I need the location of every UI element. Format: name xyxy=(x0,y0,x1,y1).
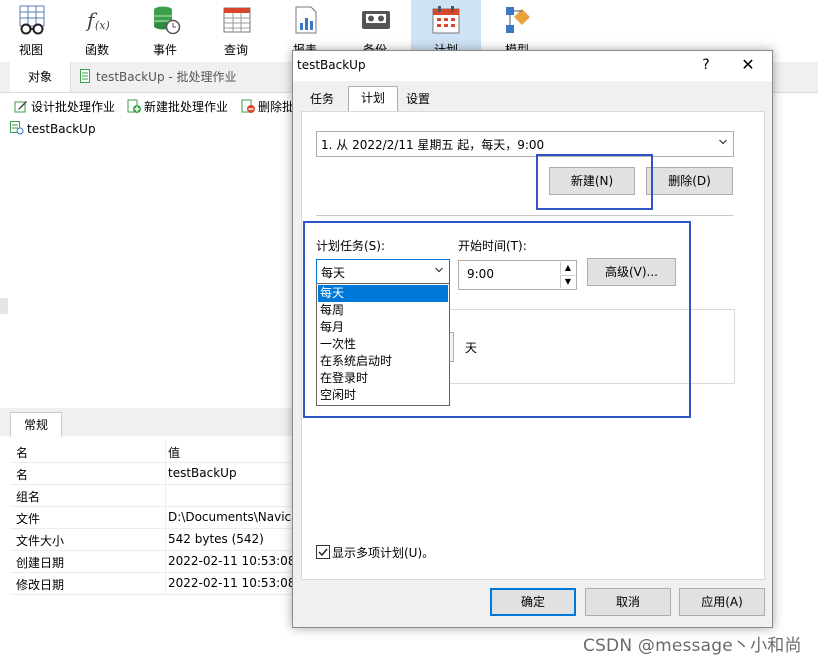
splitter-handle[interactable] xyxy=(0,298,8,314)
batch-job-icon xyxy=(10,121,24,135)
column-header-name: 名 xyxy=(16,446,29,460)
ribbon-view-label: 视图 xyxy=(18,43,43,57)
database-clock-icon xyxy=(154,6,181,35)
add-icon xyxy=(127,99,141,113)
table-row[interactable]: 组名 xyxy=(10,484,300,507)
design-batch-job-label: 设计批处理作业 xyxy=(31,100,116,114)
show-multiple-schedules-checkbox[interactable] xyxy=(316,545,330,559)
glasses-grid-icon xyxy=(19,5,45,35)
svg-text:(x): (x) xyxy=(95,19,110,32)
dialog-titlebar[interactable]: testBackUp ? ✕ xyxy=(293,51,772,81)
list-item[interactable]: testBackUp xyxy=(10,121,96,136)
dropdown-option[interactable]: 每周 xyxy=(318,302,448,319)
tab-objects[interactable]: 对象 xyxy=(10,62,71,92)
table-row[interactable]: 创建日期 2022-02-11 10:53:08 xyxy=(10,550,300,573)
cancel-button[interactable]: 取消 xyxy=(585,588,671,616)
schedule-list-value: 1. 从 2022/2/11 星期五 起，每天，9:00 xyxy=(321,138,545,152)
delete-schedule-button[interactable]: 删除(D) xyxy=(646,167,733,195)
row-value: 2022-02-11 10:53:08 xyxy=(168,576,296,590)
batch-job-icon xyxy=(80,69,90,83)
divider xyxy=(316,215,733,216)
tape-backup-icon xyxy=(362,11,390,29)
delete-batch-job-label: 删除批 xyxy=(258,100,295,114)
row-value: D:\Documents\Navica xyxy=(168,510,299,524)
model-diagram-icon xyxy=(506,7,530,33)
ribbon-query-label: 查询 xyxy=(223,43,248,57)
schedule-list-combo[interactable]: 1. 从 2022/2/11 星期五 起，每天，9:00 xyxy=(316,131,734,157)
task-type-dropdown: 每天 每周 每月 一次性 在系统启动时 在登录时 空闲时 xyxy=(316,283,450,406)
ribbon-event-label: 事件 xyxy=(152,43,177,57)
dropdown-option[interactable]: 在登录时 xyxy=(318,370,448,387)
tab-batch-job-label: testBackUp - 批处理作业 xyxy=(96,70,237,84)
delete-batch-job-button[interactable]: 删除批 xyxy=(241,98,294,116)
row-value: 2022-02-11 10:53:08 xyxy=(168,554,296,568)
calendar-schedule-icon xyxy=(432,6,460,34)
object-list: testBackUp xyxy=(0,118,300,408)
ribbon-query-button[interactable]: 查询 xyxy=(205,0,267,60)
table-header-row: 名 值 xyxy=(10,440,300,463)
dropdown-option[interactable]: 每月 xyxy=(318,319,448,336)
row-key: 文件 xyxy=(16,512,41,526)
tab-task[interactable]: 任务 xyxy=(305,88,339,110)
function-fx-icon: f (x) xyxy=(85,8,110,32)
tab-settings[interactable]: 设置 xyxy=(401,88,435,110)
ribbon-function-label: 函数 xyxy=(84,43,109,57)
report-chart-icon xyxy=(295,6,317,34)
pencil-edit-icon xyxy=(14,101,27,113)
design-batch-job-button[interactable]: 设计批处理作业 xyxy=(14,98,115,116)
row-value: testBackUp xyxy=(168,466,237,480)
ribbon-event-button[interactable]: 事件 xyxy=(134,0,196,60)
apply-button[interactable]: 应用(A) xyxy=(679,588,765,616)
ribbon-function-button[interactable]: f (x) 函数 xyxy=(66,0,128,60)
show-multiple-schedules-label: 显示多项计划(U)。 xyxy=(332,546,435,560)
dropdown-option[interactable]: 一次性 xyxy=(318,336,448,353)
dropdown-option[interactable]: 空闲时 xyxy=(318,387,448,404)
watermark-text: CSDN @message丶小和尚 xyxy=(583,636,802,656)
highlight-box xyxy=(536,154,653,210)
list-item-label: testBackUp xyxy=(27,122,96,136)
dropdown-option[interactable]: 每天 xyxy=(318,285,448,302)
tab-batch-job[interactable]: testBackUp - 批处理作业 xyxy=(80,62,237,92)
tab-general[interactable]: 常规 xyxy=(10,412,62,437)
checkmark-icon xyxy=(318,548,328,557)
new-batch-job-label: 新建批处理作业 xyxy=(144,100,229,114)
ribbon-view-button[interactable]: 视图 xyxy=(0,0,62,60)
row-key: 文件大小 xyxy=(16,534,65,548)
new-batch-job-button[interactable]: 新建批处理作业 xyxy=(127,98,228,116)
row-key: 创建日期 xyxy=(16,556,65,570)
table-row[interactable]: 修改日期 2022-02-11 10:53:08 xyxy=(10,572,300,595)
table-row[interactable]: 文件 D:\Documents\Navica xyxy=(10,506,300,529)
table-row[interactable]: 文件大小 542 bytes (542) xyxy=(10,528,300,551)
tab-schedule[interactable]: 计划 xyxy=(348,86,398,112)
properties-tab-bar: 常规 xyxy=(0,408,300,437)
ok-button[interactable]: 确定 xyxy=(490,588,576,616)
row-value: 542 bytes (542) xyxy=(168,532,264,546)
table-grid-icon xyxy=(223,7,251,33)
dropdown-option[interactable]: 在系统启动时 xyxy=(318,353,448,370)
delete-icon xyxy=(241,99,255,113)
chevron-down-icon xyxy=(719,139,727,145)
table-row[interactable]: 名 testBackUp xyxy=(10,462,300,485)
row-key: 名 xyxy=(16,468,29,482)
row-key: 组名 xyxy=(16,490,41,504)
dialog-title: testBackUp xyxy=(297,58,366,72)
close-icon[interactable]: ✕ xyxy=(733,55,763,74)
help-button[interactable]: ? xyxy=(691,57,721,73)
column-header-value: 值 xyxy=(168,446,181,460)
row-key: 修改日期 xyxy=(16,578,65,592)
